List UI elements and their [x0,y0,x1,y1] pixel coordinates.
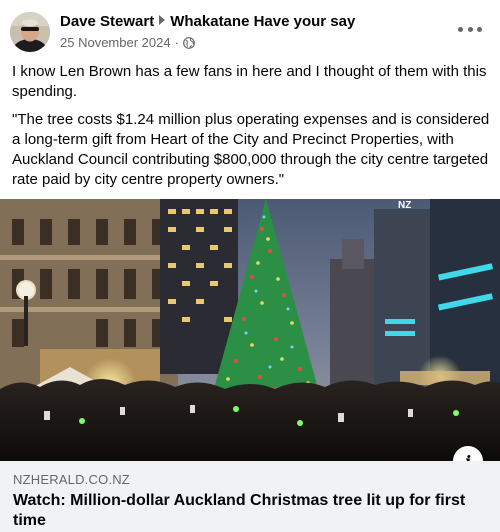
arrow-right-icon [159,15,166,25]
more-options-icon [477,26,482,32]
image-sign-text: NZ [398,200,411,211]
more-options-icon [467,26,473,32]
link-domain: NZHERALD.CO.NZ [13,472,130,487]
post-header: Dave Stewart Whakatane Have your say 25 N… [0,0,500,60]
post-paragraph: I know Len Brown has a few fans in here … [12,63,487,100]
avatar[interactable] [10,12,50,52]
link-preview[interactable]: NZHERALD.CO.NZ Watch: Million-dollar Auc… [0,461,500,532]
more-options-icon [458,26,463,32]
post-date[interactable]: 25 November 2024 [60,35,171,50]
link-title[interactable]: Watch: Million-dollar Auckland Christmas… [13,491,483,531]
post-meta: 25 November 2024 · [60,35,195,50]
facebook-post: Dave Stewart Whakatane Have your say 25 N… [0,0,500,532]
post-paragraph: "The tree costs $1.24 million plus opera… [12,111,490,188]
post-title-line: Dave Stewart Whakatane Have your say [60,13,355,30]
meta-separator: · [174,35,179,50]
link-preview-image[interactable]: NZ [0,199,500,461]
author-name[interactable]: Dave Stewart [60,13,154,30]
more-options-button[interactable] [458,20,482,38]
group-name[interactable]: Whakatane Have your say [170,13,355,30]
post-body: I know Len Brown has a few fans in here … [12,62,492,198]
globe-icon [183,36,195,49]
